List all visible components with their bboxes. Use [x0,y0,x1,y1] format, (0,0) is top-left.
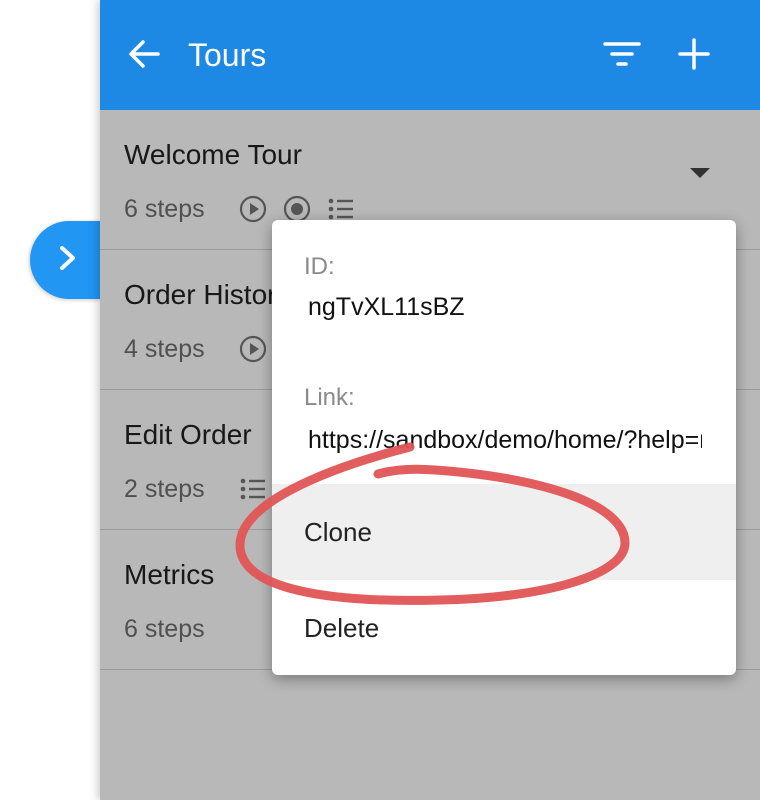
filter-icon [602,38,642,75]
page-title: Tours [188,37,267,73]
panel-header: Tours [100,0,760,110]
screenshot-stage: Tours Welcome Tour 6 steps Order History… [0,0,760,800]
tour-id-value[interactable]: ngTvXL11sBZ [308,292,708,322]
plus-icon [677,37,711,76]
filter-button[interactable] [600,34,644,78]
clone-menu-item[interactable]: Clone [272,484,736,580]
tour-context-menu: ID: ngTvXL11sBZ Link: https://sandbox/de… [272,220,736,675]
add-tour-button[interactable] [672,34,716,78]
back-button[interactable] [122,34,166,78]
tour-link-value[interactable]: https://sandbox/demo/home/?help=ngTvXL11… [308,425,702,455]
chevron-right-icon [52,243,82,278]
arrow-left-icon [126,36,162,77]
delete-menu-item[interactable]: Delete [272,580,736,675]
id-label: ID: [304,253,335,280]
expand-panel-tab[interactable] [30,221,110,299]
link-label: Link: [304,384,355,411]
